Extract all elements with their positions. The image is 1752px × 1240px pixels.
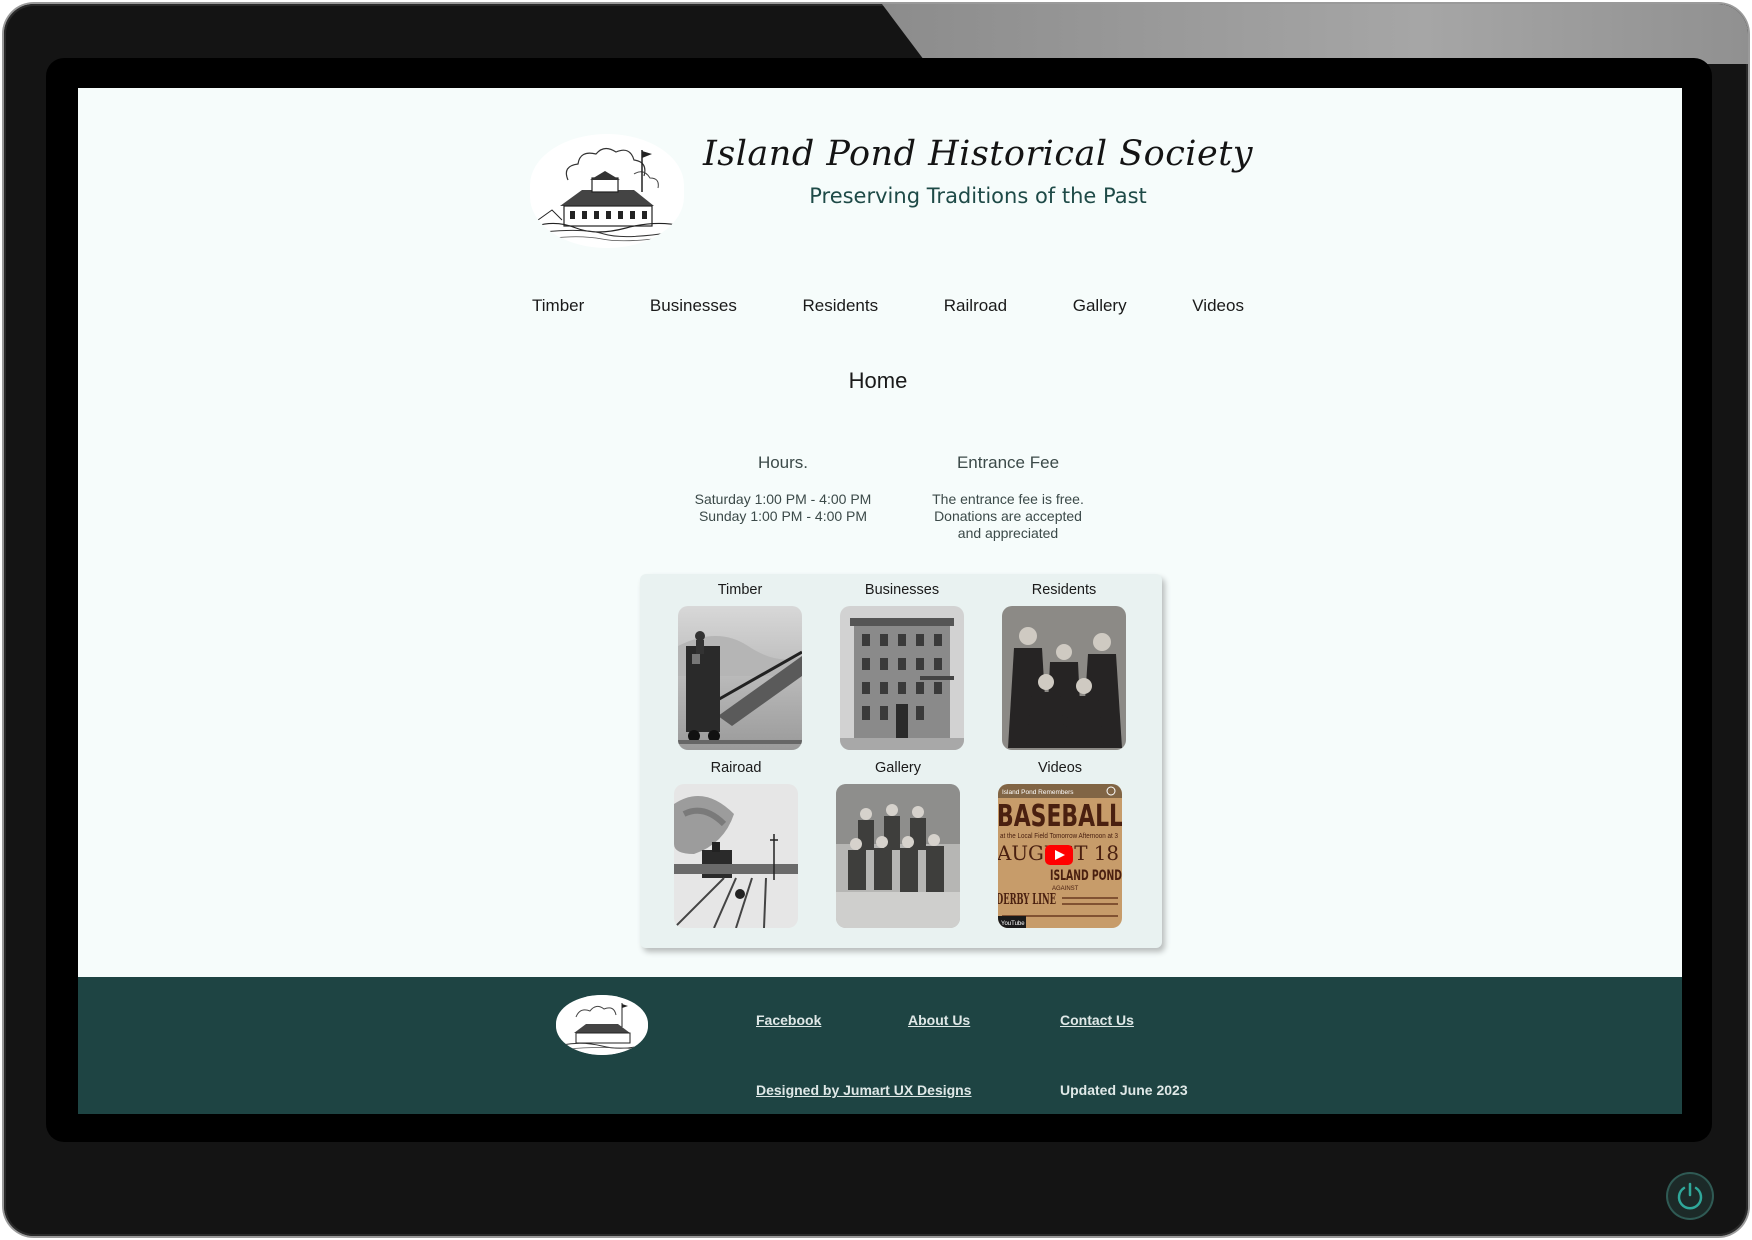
site-footer: Facebook About Us Contact Us Designed by… <box>78 977 1682 1114</box>
nav-videos[interactable]: Videos <box>1178 292 1258 322</box>
card-label: Timber <box>717 582 763 598</box>
youtube-badge: YouTube <box>1001 921 1025 927</box>
fee-line: Donations are accepted <box>934 508 1082 524</box>
category-cards-panel: Timber Businesses Residents Rairoad Gall… <box>640 574 1162 948</box>
hours-title: Hours. <box>757 453 809 472</box>
facebook-link[interactable]: Facebook <box>756 1012 821 1028</box>
updated-date: Updated June 2023 <box>1060 1082 1188 1098</box>
video-thumbnail[interactable]: Island Pond Remembers BASEBALL at the Lo… <box>998 784 1122 928</box>
play-button-icon[interactable] <box>1045 845 1073 865</box>
entrance-fee-title: Entrance Fee <box>956 453 1060 472</box>
card-label: Rairoad <box>710 760 762 776</box>
timber-photo[interactable] <box>678 606 802 750</box>
screen-glare <box>882 4 1748 64</box>
browser-screen: Island Pond Historical Society Preservin… <box>78 88 1682 1114</box>
card-timber[interactable]: Timber <box>678 580 802 750</box>
main-nav: Timber Businesses Residents Railroad Gal… <box>518 292 1258 322</box>
nav-gallery[interactable]: Gallery <box>1059 292 1141 322</box>
card-gallery[interactable]: Gallery <box>836 758 960 928</box>
card-label: Gallery <box>875 760 921 776</box>
gallery-group-photo[interactable] <box>836 784 960 928</box>
nav-timber[interactable]: Timber <box>518 292 598 322</box>
video-vs: AGAINST <box>1052 886 1079 892</box>
fee-line: The entrance fee is free. <box>932 491 1084 507</box>
site-logo[interactable] <box>530 134 684 248</box>
video-team: ISLAND POND <box>1050 868 1122 884</box>
video-channel-label: Island Pond Remembers <box>1002 789 1074 796</box>
entrance-fee-section: Entrance Fee The entrance fee is free. D… <box>908 453 1108 542</box>
card-label: Businesses <box>864 582 940 598</box>
station-sketch-icon <box>556 995 648 1055</box>
fee-line: and appreciated <box>957 525 1059 541</box>
nav-businesses[interactable]: Businesses <box>636 292 751 322</box>
hours-section: Hours. Saturday 1:00 PM - 4:00 PM Sunday… <box>678 453 888 525</box>
footer-logo[interactable] <box>556 995 648 1055</box>
video-headline: BASEBALL <box>998 799 1122 834</box>
card-residents[interactable]: Residents <box>1002 580 1126 750</box>
site-subtitle: Preserving Traditions of the Past <box>809 184 1147 208</box>
hours-line: Saturday 1:00 PM - 4:00 PM <box>694 491 872 507</box>
monitor-frame: Island Pond Historical Society Preservin… <box>4 4 1748 1236</box>
card-businesses[interactable]: Businesses <box>840 580 964 750</box>
railroad-locomotive-photo[interactable] <box>674 784 798 928</box>
site-title: Island Pond Historical Society <box>702 134 1254 174</box>
residents-portrait-photo[interactable] <box>1002 606 1126 750</box>
designer-credit-link[interactable]: Designed by Jumart UX Designs <box>756 1082 972 1098</box>
station-sketch-icon <box>530 134 684 248</box>
contact-us-link[interactable]: Contact Us <box>1060 1012 1134 1028</box>
hours-line: Sunday 1:00 PM - 4:00 PM <box>698 508 868 524</box>
power-button[interactable] <box>1668 1174 1712 1218</box>
card-railroad[interactable]: Rairoad <box>674 758 798 928</box>
hotel-building-photo[interactable] <box>840 606 964 750</box>
card-label: Residents <box>1031 582 1097 598</box>
power-icon <box>1677 1182 1703 1210</box>
nav-railroad[interactable]: Railroad <box>930 292 1021 322</box>
nav-residents[interactable]: Residents <box>789 292 893 322</box>
card-label: Videos <box>1037 760 1083 776</box>
page-title: Home <box>848 368 908 393</box>
card-videos[interactable]: Videos Island Pond Remembers BASEBALL at… <box>998 758 1122 928</box>
about-us-link[interactable]: About Us <box>908 1012 970 1028</box>
video-line1: at the Local Field Tomorrow Afternoon at… <box>1000 833 1118 840</box>
video-opponent: DERBY LINE <box>998 890 1056 908</box>
